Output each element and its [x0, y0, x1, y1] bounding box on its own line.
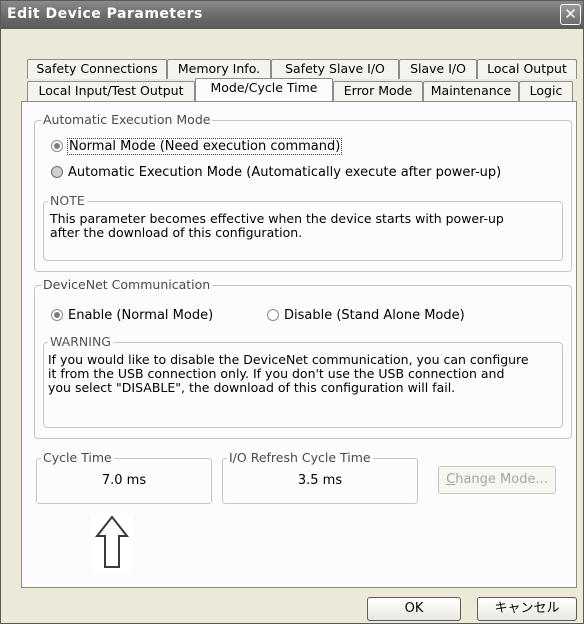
- change-mode-button[interactable]: Change Mode...: [438, 466, 556, 494]
- ok-button[interactable]: OK: [367, 597, 461, 621]
- tab-local-output[interactable]: Local Output: [477, 59, 577, 79]
- tab-error-mode[interactable]: Error Mode: [333, 81, 423, 101]
- close-icon: ✕: [564, 5, 577, 23]
- enable-label: Enable (Normal Mode): [68, 308, 214, 323]
- tab-local-input-test-output[interactable]: Local Input/Test Output: [27, 81, 195, 101]
- tab-safety-connections[interactable]: Safety Connections: [27, 59, 167, 79]
- note-box: NOTE This parameter becomes effective wh…: [43, 193, 563, 261]
- edit-device-parameters-dialog: Edit Device Parameters ✕ Safety Connecti…: [0, 0, 584, 624]
- note-line-2: after the download of this configuration…: [50, 225, 303, 240]
- radio-unchecked-icon[interactable]: [51, 166, 63, 178]
- warning-line-3: you select "DISABLE", the download of th…: [48, 380, 456, 395]
- auto-exec-legend: Automatic Execution Mode: [41, 112, 213, 127]
- close-button[interactable]: ✕: [560, 4, 581, 25]
- note-text: This parameter becomes effective when th…: [50, 212, 560, 240]
- disable-label: Disable (Stand Alone Mode): [284, 308, 465, 323]
- radio-enable[interactable]: Enable (Normal Mode): [51, 308, 213, 323]
- change-mode-label: hange Mode...: [455, 472, 548, 487]
- auto-exec-mode-label: Automatic Execution Mode (Automatically …: [68, 165, 502, 180]
- warning-legend: WARNING: [48, 334, 113, 349]
- radio-disable[interactable]: Disable (Stand Alone Mode): [267, 308, 465, 323]
- devicenet-legend: DeviceNet Communication: [41, 277, 213, 292]
- cycle-time-box: Cycle Time 7.0 ms: [36, 450, 212, 504]
- tab-safety-slave-io[interactable]: Safety Slave I/O: [271, 59, 399, 79]
- tab-slave-io[interactable]: Slave I/O: [399, 59, 477, 79]
- radio-checked-icon[interactable]: [51, 309, 63, 321]
- radio-normal-mode[interactable]: Normal Mode (Need execution command): [51, 138, 343, 155]
- radio-checked-icon[interactable]: [51, 140, 63, 152]
- up-arrow-icon: [91, 514, 133, 572]
- warning-text: If you would like to disable the DeviceN…: [48, 353, 558, 395]
- cycle-time-legend: Cycle Time: [41, 450, 114, 465]
- io-refresh-value: 3.5 ms: [297, 473, 343, 488]
- tab-mode-cycle-time[interactable]: Mode/Cycle Time: [195, 78, 333, 101]
- note-line-1: This parameter becomes effective when th…: [50, 211, 504, 226]
- io-refresh-legend: I/O Refresh Cycle Time: [227, 450, 373, 465]
- warning-box: WARNING If you would like to disable the…: [43, 334, 563, 428]
- warning-line-2: it from the USB connection only. If you …: [48, 366, 505, 381]
- io-refresh-box: I/O Refresh Cycle Time 3.5 ms: [222, 450, 418, 504]
- window-title: Edit Device Parameters: [7, 6, 203, 22]
- devicenet-group: DeviceNet Communication Enable (Normal M…: [34, 277, 572, 439]
- cycle-time-value: 7.0 ms: [101, 473, 147, 488]
- cancel-button[interactable]: キャンセル: [477, 597, 577, 621]
- auto-exec-group: Automatic Execution Mode Normal Mode (Ne…: [34, 112, 572, 272]
- radio-unchecked-icon[interactable]: [267, 309, 279, 321]
- tab-logic[interactable]: Logic: [519, 81, 573, 101]
- title-bar[interactable]: Edit Device Parameters ✕: [1, 1, 583, 29]
- warning-line-1: If you would like to disable the DeviceN…: [48, 352, 529, 367]
- tab-maintenance[interactable]: Maintenance: [423, 81, 519, 101]
- radio-auto-exec-mode[interactable]: Automatic Execution Mode (Automatically …: [51, 165, 501, 180]
- normal-mode-label: Normal Mode (Need execution command): [66, 138, 343, 155]
- note-legend: NOTE: [48, 193, 87, 208]
- change-mode-accel: C: [446, 472, 456, 487]
- tab-memory-info[interactable]: Memory Info.: [167, 59, 271, 79]
